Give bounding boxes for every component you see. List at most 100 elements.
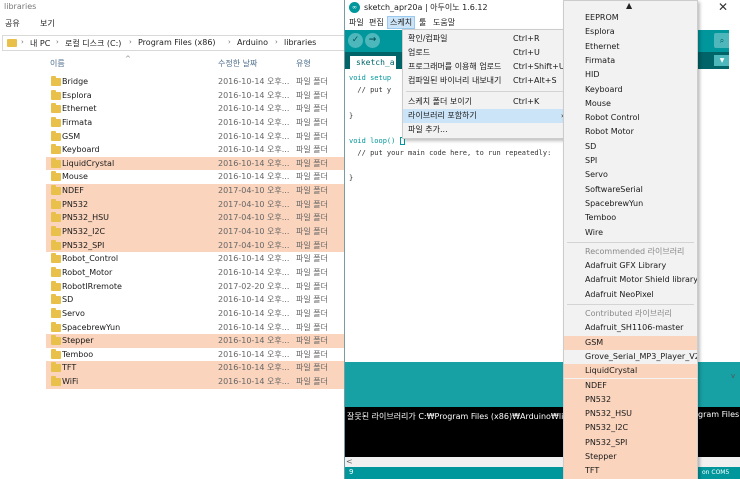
folder-icon [7, 39, 17, 47]
file-date: 2016-10-14 오후... [218, 322, 290, 332]
file-type: 파일 폴더 [296, 377, 328, 387]
library-item[interactable]: PN532 [564, 392, 697, 408]
file-row[interactable]: Temboo 2016-10-14 오후... 파일 폴더 [46, 348, 345, 362]
breadcrumb-local-disk[interactable]: 로컬 디스크 (C:) [65, 38, 121, 49]
menu-item-show-folder[interactable]: 스케치 폴더 보이기 Ctrl+K [403, 95, 573, 109]
file-type: 파일 폴더 [296, 308, 328, 318]
file-row[interactable]: Servo 2016-10-14 오후... 파일 폴더 [46, 307, 345, 321]
menu-help[interactable]: 도움말 [431, 17, 457, 28]
library-item[interactable]: Mouse [564, 97, 697, 111]
library-item[interactable]: HID [564, 68, 697, 82]
file-row[interactable]: Esplora 2016-10-14 오후... 파일 폴더 [46, 89, 345, 103]
file-row[interactable]: WiFi 2016-10-14 오후... 파일 폴더 [46, 375, 345, 389]
breadcrumb-libraries[interactable]: libraries [284, 38, 316, 47]
file-row[interactable]: PN532_SPI 2017-04-10 오후... 파일 폴더 [46, 238, 345, 253]
serial-monitor-button[interactable]: ⌕ [714, 33, 730, 48]
library-item[interactable]: EEPROM [564, 11, 697, 25]
file-row[interactable]: GSM 2016-10-14 오후... 파일 폴더 [46, 130, 345, 144]
breadcrumb-this-pc[interactable]: 내 PC [30, 38, 50, 49]
menu-tools[interactable]: 툴 [417, 17, 428, 28]
menu-item-upload[interactable]: 업로드 Ctrl+U [403, 46, 573, 60]
library-item[interactable]: TFT [564, 464, 697, 479]
breadcrumb-arduino[interactable]: Arduino [237, 38, 268, 47]
library-item[interactable]: Ethernet [564, 40, 697, 54]
scroll-left-icon[interactable]: < [346, 457, 353, 466]
library-item[interactable]: SpacebrewYun [564, 197, 697, 211]
library-item[interactable]: Adafruit GFX Library [564, 259, 697, 273]
library-item[interactable]: PN532_HSU [564, 407, 697, 422]
column-header-name[interactable]: 이름 [50, 58, 65, 69]
library-item[interactable]: Servo [564, 168, 697, 182]
library-item[interactable]: Adafruit_SH1106-master [564, 321, 697, 335]
file-row[interactable]: PN532 2017-04-10 오후... 파일 폴더 [46, 197, 345, 212]
library-item[interactable]: SD [564, 140, 697, 154]
library-item[interactable]: PN532_I2C [564, 421, 697, 436]
file-row[interactable]: PN532_I2C 2017-04-10 오후... 파일 폴더 [46, 225, 345, 239]
file-row[interactable]: Firmata 2016-10-14 오후... 파일 폴더 [46, 116, 345, 130]
folder-icon [51, 103, 61, 114]
file-date: 2017-04-10 오후... [218, 240, 290, 250]
file-row[interactable]: Ethernet 2016-10-14 오후... 파일 폴더 [46, 102, 345, 116]
library-item[interactable]: LiquidCrystal [564, 364, 697, 379]
folder-icon [51, 348, 61, 359]
library-item[interactable]: Stepper [564, 450, 697, 465]
address-bar[interactable]: › 내 PC › 로컬 디스크 (C:) › Program Files (x8… [2, 35, 345, 51]
file-row[interactable]: Mouse 2016-10-14 오후... 파일 폴더 [46, 170, 345, 184]
library-item[interactable]: Wire [564, 226, 697, 240]
column-header-type[interactable]: 유형 [296, 58, 311, 69]
file-name: RobotIRremote [62, 281, 122, 291]
file-row[interactable]: SpacebrewYun 2016-10-14 오후... 파일 폴더 [46, 321, 345, 335]
file-row[interactable]: NDEF 2017-04-10 오후... 파일 폴더 [46, 184, 345, 198]
file-row[interactable]: PN532_HSU 2017-04-10 오후... 파일 폴더 [46, 211, 345, 226]
scroll-down-icon[interactable]: v [731, 372, 735, 380]
file-row[interactable]: Bridge 2016-10-14 오후... 파일 폴더 [46, 75, 345, 89]
library-item[interactable]: Firmata [564, 54, 697, 68]
file-row[interactable]: Robot_Motor 2016-10-14 오후... 파일 폴더 [46, 266, 345, 280]
file-name: SpacebrewYun [62, 322, 121, 332]
menu-file[interactable]: 파일 [347, 17, 366, 28]
menu-item-add-file[interactable]: 파일 추가... [403, 123, 573, 137]
tab-menu-button[interactable]: ▼ [714, 55, 730, 66]
file-row[interactable]: Keyboard 2016-10-14 오후... 파일 폴더 [46, 143, 345, 157]
library-item[interactable]: Keyboard [564, 83, 697, 97]
close-icon[interactable]: ✕ [718, 0, 728, 14]
verify-button[interactable]: ✓ [348, 33, 363, 48]
menu-bar: 파일 편집 스케치 툴 도움말 [345, 15, 565, 29]
editor-vertical-scrollbar[interactable] [729, 30, 740, 360]
library-item[interactable]: Robot Control [564, 111, 697, 125]
library-item[interactable]: SoftwareSerial [564, 183, 697, 197]
library-item[interactable]: Robot Motor [564, 125, 697, 139]
menu-item-upload-programmer[interactable]: 프로그래머를 이용해 업로드 Ctrl+Shift+U [403, 60, 573, 74]
menu-item-export-binary[interactable]: 컴파일된 바이너리 내보내기 Ctrl+Alt+S [403, 74, 573, 88]
ribbon-tab-view[interactable]: 보기 [40, 18, 55, 29]
library-item[interactable]: Grove_Serial_MP3_Player_V2.0 [564, 350, 697, 364]
code-close-loop: } [349, 174, 354, 182]
file-row[interactable]: Stepper 2016-10-14 오후... 파일 폴더 [46, 334, 345, 348]
library-item[interactable]: Adafruit Motor Shield library [564, 273, 697, 287]
library-item[interactable]: GSM [564, 335, 697, 350]
menu-item-verify[interactable]: 확인/컴파일 Ctrl+R [403, 32, 573, 46]
file-row[interactable]: RobotIRremote 2017-02-20 오후... 파일 폴더 [46, 280, 345, 294]
file-row[interactable]: SD 2016-10-14 오후... 파일 폴더 [46, 293, 345, 307]
library-item[interactable]: NDEF [564, 378, 697, 393]
file-row[interactable]: Robot_Control 2016-10-14 오후... 파일 폴더 [46, 252, 345, 266]
folder-icon [51, 335, 61, 346]
library-item[interactable]: PN532_SPI [564, 435, 697, 450]
breadcrumb-program-files[interactable]: Program Files (x86) [138, 38, 216, 47]
file-row[interactable]: LiquidCrystal 2016-10-14 오후... 파일 폴더 [46, 156, 345, 171]
menu-item-include-library[interactable]: 라이브러리 포함하기› [403, 109, 573, 123]
library-item[interactable]: SPI [564, 154, 697, 168]
library-item[interactable]: Temboo [564, 211, 697, 225]
library-item[interactable]: Adafruit NeoPixel [564, 288, 697, 302]
column-header-date[interactable]: 수정한 날짜 [218, 58, 257, 69]
upload-button[interactable]: → [365, 33, 380, 48]
file-name: Robot_Control [62, 254, 119, 264]
scroll-up-icon[interactable]: ▲ [626, 1, 632, 10]
library-item[interactable]: Esplora [564, 25, 697, 39]
tab-sketch[interactable]: sketch_a [350, 56, 396, 69]
menu-edit[interactable]: 편집 [367, 17, 386, 28]
ribbon-tab-share[interactable]: 공유 [5, 18, 20, 29]
file-row[interactable]: TFT 2016-10-14 오후... 파일 폴더 [46, 361, 345, 376]
menu-sketch[interactable]: 스케치 [387, 16, 416, 29]
file-name: GSM [62, 131, 81, 141]
